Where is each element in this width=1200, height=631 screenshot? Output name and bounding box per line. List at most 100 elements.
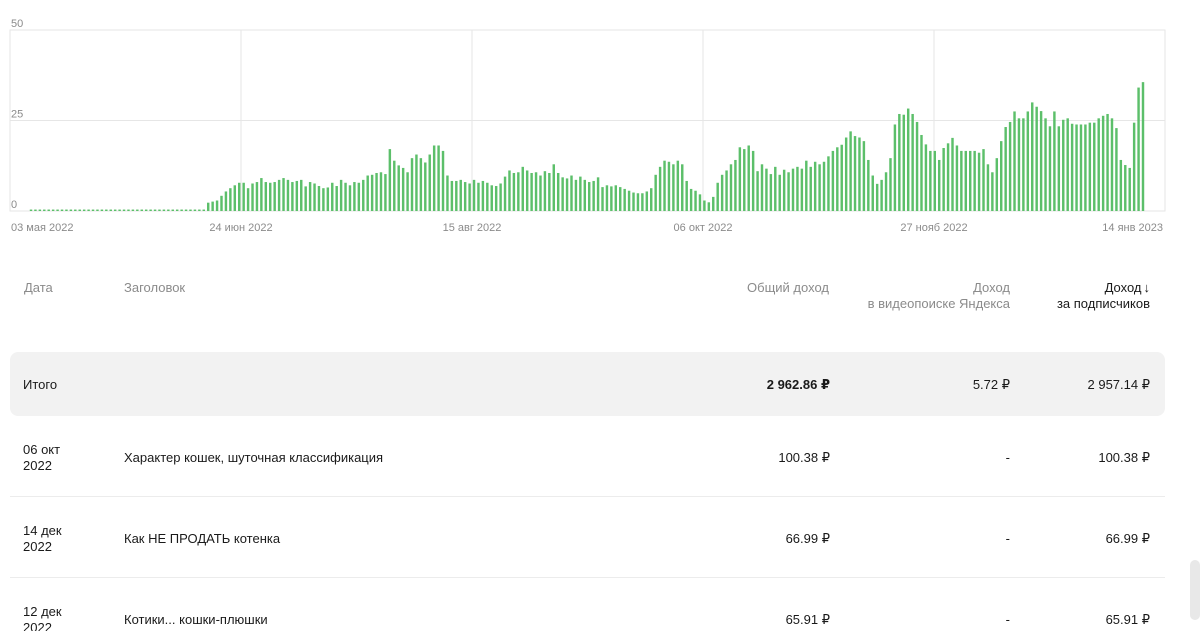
row-yandex-income: - xyxy=(1005,531,1010,546)
chart-bar xyxy=(667,161,671,211)
chart-bar xyxy=(149,209,152,211)
chart-bar xyxy=(858,137,861,211)
chart-bar xyxy=(153,209,157,211)
chart-bar xyxy=(512,172,516,211)
chart-bar xyxy=(960,150,963,211)
chart-bar xyxy=(756,171,759,211)
header-title[interactable]: Заголовок xyxy=(124,280,185,296)
chart-bar xyxy=(419,158,423,211)
chart-bar xyxy=(317,186,321,211)
chart-bar xyxy=(69,209,73,211)
chart-bar xyxy=(645,191,649,211)
chart-bar xyxy=(521,166,524,211)
y-tick-label: 25 xyxy=(11,109,23,121)
chart-bar xyxy=(712,196,715,211)
chart-bar xyxy=(570,175,573,211)
header-subs-line2: за подписчиков xyxy=(1056,296,1150,311)
total-yandex-value: 5.72 ₽ xyxy=(972,377,1010,392)
scrollbar[interactable] xyxy=(1190,560,1200,620)
chart-bar xyxy=(140,209,143,211)
row-date: 06 окт 2022 xyxy=(23,442,93,474)
chart-bar xyxy=(955,145,959,211)
header-subscribers-income[interactable]: Доход ↓ за подписчиков xyxy=(1057,280,1150,312)
row-title[interactable]: Как НЕ ПРОДАТЬ котенка xyxy=(124,531,280,547)
chart-bar xyxy=(304,186,307,211)
chart-bar xyxy=(654,174,657,211)
chart-bar xyxy=(663,160,666,211)
chart-bar xyxy=(494,186,498,211)
x-tick-label: 06 окт 2022 xyxy=(674,222,733,234)
chart-bar xyxy=(1132,122,1136,211)
chart-bar xyxy=(113,209,117,211)
row-title[interactable]: Характер кошек, шуточная классификация xyxy=(124,450,383,466)
row-title[interactable]: Котики... кошки-плюшки xyxy=(124,612,268,628)
chart-bar xyxy=(1079,124,1083,211)
chart-bar xyxy=(676,160,680,211)
sort-descending-icon: ↓ xyxy=(1143,280,1151,295)
chart-bar xyxy=(1137,87,1140,211)
chart-bar xyxy=(308,182,312,211)
chart-bar xyxy=(805,160,808,211)
chart-bar xyxy=(184,209,188,211)
chart-bar xyxy=(703,200,706,211)
table-row[interactable]: 06 окт 2022 Характер кошек, шуточная кла… xyxy=(10,416,1165,497)
chart-bar xyxy=(193,209,197,211)
chart-bar xyxy=(601,187,604,211)
chart-bar xyxy=(459,179,462,211)
chart-bar xyxy=(840,144,843,211)
chart-bar xyxy=(893,124,897,211)
chart-bar xyxy=(982,149,985,211)
chart-bar xyxy=(486,182,489,211)
income-bar-chart: 50250 03 мая 2022 24 июн 2022 15 авг 2022 0… xyxy=(9,18,1166,234)
chart-bar xyxy=(1026,111,1030,211)
chart-bar xyxy=(242,182,245,211)
chart-bar xyxy=(969,150,972,211)
chart-bar xyxy=(636,193,640,211)
chart-bar xyxy=(295,180,299,211)
header-date[interactable]: Дата xyxy=(24,280,53,296)
chart-bar xyxy=(862,141,866,211)
x-tick-label: 03 мая 2022 xyxy=(11,222,73,234)
row-subs-income: 100.38 ₽ xyxy=(1098,450,1150,465)
chart-bar xyxy=(1017,118,1021,211)
chart-bar xyxy=(410,158,414,211)
chart-bar xyxy=(1070,123,1074,211)
chart-bar xyxy=(455,180,458,211)
chart-bar xyxy=(534,172,538,211)
chart-bar xyxy=(995,158,999,211)
chart-bar xyxy=(530,172,533,211)
chart-bar xyxy=(574,179,578,211)
chart-bar xyxy=(1097,118,1100,211)
chart-bar xyxy=(836,147,839,211)
y-tick-label: 50 xyxy=(11,18,23,30)
header-total-income[interactable]: Общий доход xyxy=(747,280,829,296)
chart-bar xyxy=(1044,118,1047,211)
table-row[interactable]: 12 дек 2022 Котики... кошки-плюшки 65.91… xyxy=(10,578,1165,631)
chart-bar xyxy=(144,209,148,211)
chart-bar xyxy=(406,172,409,211)
table-row[interactable]: 14 дек 2022 Как НЕ ПРОДАТЬ котенка 66.99… xyxy=(10,497,1165,578)
chart-bar xyxy=(1124,165,1127,211)
chart-bar xyxy=(122,209,126,211)
chart-bar xyxy=(131,209,135,211)
chart-bars xyxy=(29,82,1145,211)
header-yandex-income[interactable]: Доход в видеопоиске Яндекса xyxy=(868,280,1010,312)
chart-bar xyxy=(946,143,950,211)
chart-bar xyxy=(277,179,281,211)
chart-bar xyxy=(82,209,86,211)
total-label: Итого xyxy=(23,377,58,392)
chart-bar xyxy=(1035,106,1038,211)
row-date-year: 2022 xyxy=(23,539,52,554)
row-yandex-income: - xyxy=(1005,612,1010,627)
chart-bar xyxy=(362,179,365,211)
x-tick-label: 14 янв 2023 xyxy=(1102,222,1163,234)
chart-bar xyxy=(681,164,684,211)
chart-bar xyxy=(884,172,888,211)
chart-bar xyxy=(109,209,112,211)
chart-bar xyxy=(769,174,773,211)
row-date-day: 14 дек xyxy=(23,523,62,538)
chart-bar xyxy=(729,164,733,211)
chart-bar xyxy=(933,150,936,211)
total-subs-value: 2 957.14 ₽ xyxy=(1087,377,1151,392)
chart-bar xyxy=(353,182,356,211)
